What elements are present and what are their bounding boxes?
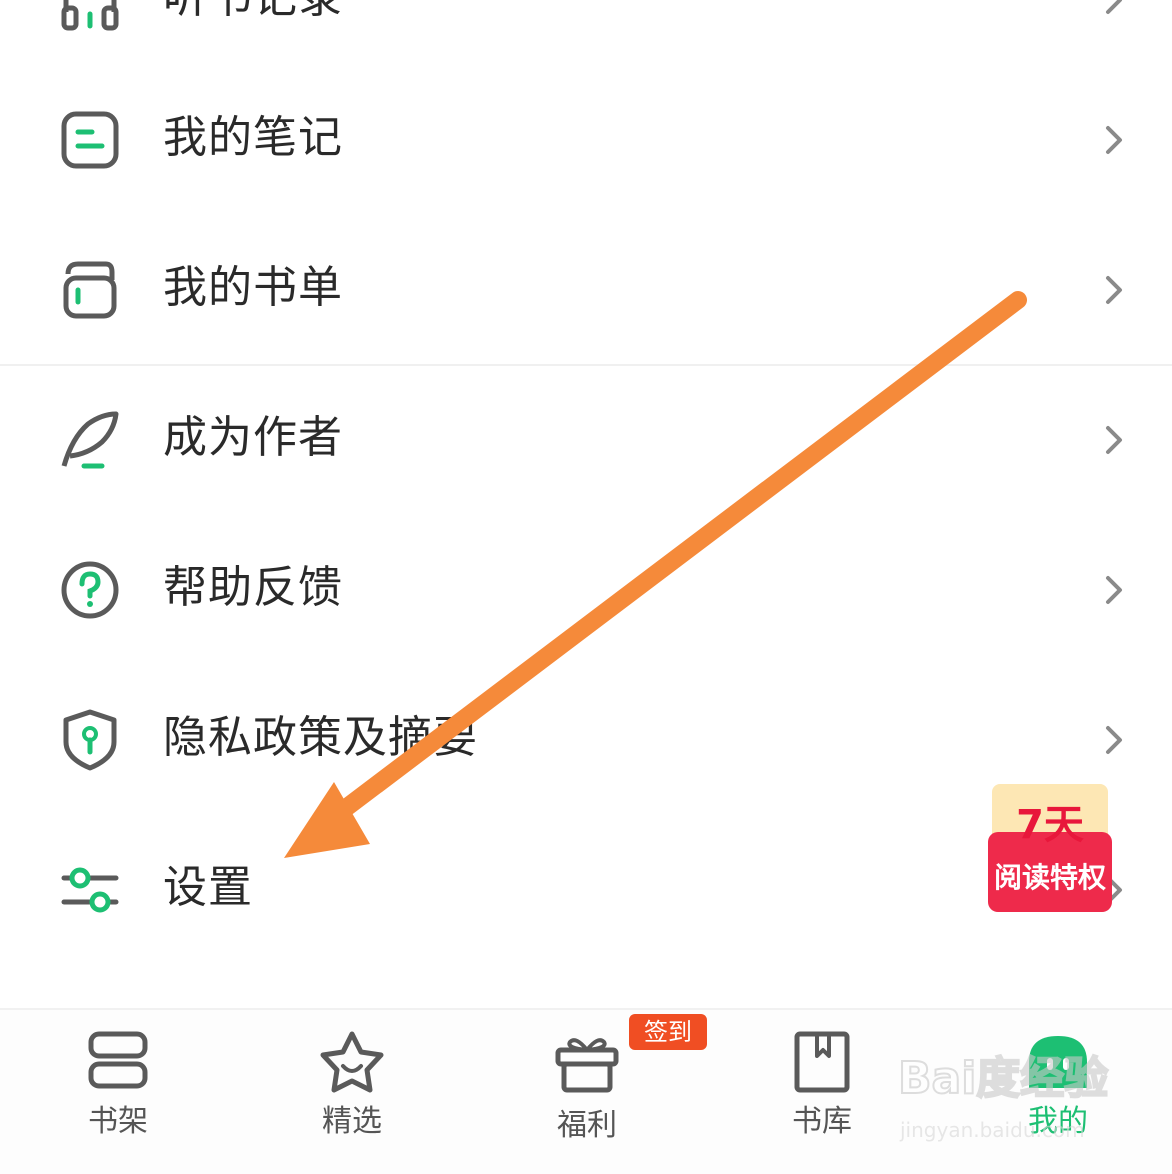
note-icon xyxy=(61,111,119,169)
menu-item-label: 听书记录 xyxy=(163,0,343,26)
shield-icon xyxy=(63,709,117,771)
promo-text: 阅读特权 xyxy=(993,861,1106,894)
tab-label: 书库 xyxy=(792,1104,852,1139)
menu-item-my-booklist[interactable]: 我的书单 xyxy=(0,214,1172,364)
gift-icon xyxy=(555,1038,619,1093)
menu-item-label: 帮助反馈 xyxy=(163,562,343,613)
headphones-icon xyxy=(61,0,119,31)
help-icon xyxy=(61,561,119,619)
menu-item-label: 成为作者 xyxy=(163,412,343,463)
tab-label: 福利 xyxy=(557,1108,617,1143)
watermark-url: jingyan.baidu.com xyxy=(900,1118,1085,1142)
tab-library[interactable]: 书库 xyxy=(742,1010,902,1174)
bookshelf-icon xyxy=(88,1031,148,1089)
reading-privilege-promo[interactable]: 7天 阅读特权 xyxy=(988,784,1112,912)
tab-label: 精选 xyxy=(322,1104,382,1139)
menu-item-label: 隐私政策及摘要 xyxy=(163,712,478,763)
menu-item-label: 我的书单 xyxy=(163,262,343,313)
chevron-right-icon xyxy=(1106,426,1122,454)
chevron-right-icon xyxy=(1106,576,1122,604)
chevron-right-icon xyxy=(1106,0,1122,14)
menu-item-listening-history[interactable]: 听书记录 xyxy=(0,0,1172,74)
quill-icon xyxy=(61,411,119,469)
check-in-badge: 签到 xyxy=(629,1014,707,1050)
promo-days: 7天 xyxy=(1016,802,1084,848)
chevron-right-icon xyxy=(1106,126,1122,154)
watermark-brand: Bai度经验 xyxy=(897,1052,1109,1105)
sliders-icon xyxy=(61,867,119,913)
menu-item-label: 设置 xyxy=(163,862,253,913)
tab-label: 书架 xyxy=(88,1104,148,1139)
menu-item-label: 我的笔记 xyxy=(163,112,343,163)
star-icon xyxy=(320,1031,384,1093)
menu-item-help-feedback[interactable]: 帮助反馈 xyxy=(0,514,1172,664)
booklist-icon xyxy=(63,261,117,319)
chevron-right-icon xyxy=(1106,276,1122,304)
watermark: Bai度经验 jingyan.baidu.com xyxy=(897,1042,1118,1142)
chevron-right-icon xyxy=(1106,726,1122,754)
library-icon xyxy=(794,1031,850,1093)
tab-featured[interactable]: 精选 xyxy=(272,1010,432,1174)
menu-item-my-notes[interactable]: 我的笔记 xyxy=(0,64,1172,214)
menu-item-become-author[interactable]: 成为作者 xyxy=(0,364,1172,514)
tab-bookshelf[interactable]: 书架 xyxy=(38,1010,198,1174)
